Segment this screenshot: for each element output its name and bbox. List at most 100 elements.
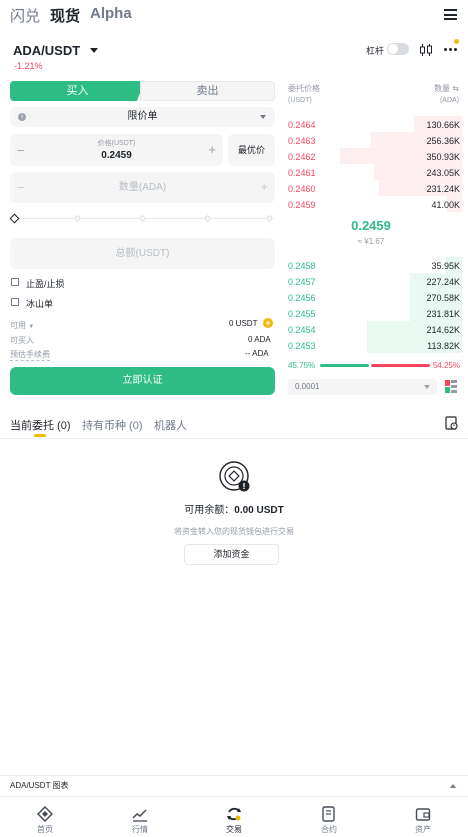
sell-tab[interactable]: 卖出 bbox=[140, 81, 275, 101]
bid-row[interactable]: 0.2458 35.95K bbox=[286, 257, 462, 273]
ask-price: 0.2461 bbox=[288, 168, 316, 178]
tab-alpha[interactable]: Alpha bbox=[90, 5, 132, 22]
pair-selector[interactable]: ADA/USDT bbox=[13, 42, 98, 58]
empty-hint: 将资金转入您的现货钱包进行交易 bbox=[174, 527, 294, 536]
ask-row[interactable]: 0.2459 41.00K bbox=[286, 196, 462, 212]
ask-quantity: 350.93K bbox=[426, 152, 460, 162]
best-price-button[interactable]: 最优价 bbox=[228, 134, 275, 166]
divider bbox=[0, 438, 468, 439]
bid-price: 0.2457 bbox=[288, 277, 316, 287]
fee-label[interactable]: 预估手续费 bbox=[10, 349, 50, 361]
can-buy-label: 可买入 bbox=[10, 336, 34, 345]
iceberg-checkbox[interactable] bbox=[11, 298, 19, 306]
tab-holdings[interactable]: 持有币种 (0) bbox=[82, 417, 143, 433]
bid-row[interactable]: 0.2453 113.82K bbox=[286, 337, 462, 353]
ask-row[interactable]: 0.2464 130.66K bbox=[286, 116, 462, 132]
ask-row[interactable]: 0.2460 231.24K bbox=[286, 180, 462, 196]
ask-row[interactable]: 0.2462 350.93K bbox=[286, 148, 462, 164]
tab-current-orders[interactable]: 当前委托 (0) bbox=[10, 417, 71, 433]
caret-down-icon bbox=[260, 115, 266, 119]
order-type-select[interactable]: i 限价单 bbox=[10, 107, 275, 127]
nav-home[interactable]: 首页 bbox=[15, 806, 75, 835]
markets-icon bbox=[132, 809, 147, 822]
leverage-toggle[interactable] bbox=[387, 43, 409, 55]
ask-price: 0.2463 bbox=[288, 136, 316, 146]
bid-price: 0.2453 bbox=[288, 341, 316, 351]
bid-row[interactable]: 0.2454 214.62K bbox=[286, 321, 462, 337]
chart-bar[interactable]: ADA/USDT 图表 bbox=[0, 776, 468, 796]
price-label: 价格(USDT) bbox=[97, 140, 136, 147]
quantity-input[interactable]: − 数量(ADA) + bbox=[10, 172, 275, 203]
bid-row[interactable]: 0.2457 227.24K bbox=[286, 273, 462, 289]
precision-value: 0.0001 bbox=[295, 382, 320, 391]
tab-spot[interactable]: 现货 bbox=[50, 5, 80, 26]
empty-balance: 可用余额：0.00 USDT bbox=[184, 505, 284, 516]
best-price-label: 最优价 bbox=[237, 145, 265, 155]
home-icon bbox=[37, 806, 53, 822]
ratio-bar-buy bbox=[320, 364, 370, 367]
nav-futures[interactable]: 合约 bbox=[299, 806, 359, 835]
bid-price: 0.2454 bbox=[288, 325, 316, 335]
ask-quantity: 243.05K bbox=[426, 168, 460, 178]
more-icon[interactable] bbox=[444, 39, 460, 56]
tab-bots[interactable]: 机器人 bbox=[154, 417, 187, 433]
add-funds-plus-icon[interactable]: + bbox=[263, 318, 273, 328]
buy-tab[interactable]: 买入 bbox=[10, 81, 145, 101]
sell-tab-label: 卖出 bbox=[196, 85, 219, 97]
ask-row[interactable]: 0.2461 243.05K bbox=[286, 164, 462, 180]
pair-name: ADA/USDT bbox=[13, 43, 81, 58]
ob-header-qty[interactable]: 数量 ⇆ bbox=[434, 83, 459, 94]
caret-up-icon bbox=[450, 784, 456, 788]
ask-price: 0.2459 bbox=[288, 200, 316, 210]
bid-quantity: 227.24K bbox=[426, 277, 460, 287]
last-price-fiat: ≈ ¥1.67 bbox=[357, 237, 385, 246]
sell-ratio: 54.25% bbox=[432, 361, 460, 370]
price-input[interactable]: − 价格(USDT) 0.2459 + bbox=[10, 134, 223, 166]
order-history-icon[interactable] bbox=[445, 416, 458, 430]
orderbook-layout-icon[interactable] bbox=[445, 380, 457, 393]
nav-home-label: 首页 bbox=[37, 825, 53, 834]
tab-underline bbox=[34, 434, 46, 437]
info-icon[interactable]: i bbox=[18, 113, 26, 121]
swap-icon: ⇆ bbox=[452, 84, 459, 93]
tab-flash[interactable]: 闪兑 bbox=[10, 5, 40, 26]
nav-assets[interactable]: 资产 bbox=[393, 806, 453, 835]
tp-sl-checkbox[interactable] bbox=[11, 278, 19, 286]
nav-trade[interactable]: 交易 bbox=[204, 806, 264, 835]
slider-handle[interactable] bbox=[9, 213, 20, 224]
verify-button[interactable]: 立即认证 bbox=[10, 367, 275, 395]
bid-row[interactable]: 0.2455 231.81K bbox=[286, 305, 462, 321]
nav-markets-label: 行情 bbox=[132, 825, 148, 834]
add-funds-button[interactable]: 添加资金 bbox=[184, 544, 279, 565]
available-value: 0 USDT bbox=[229, 319, 258, 328]
pair-change: -1.21% bbox=[14, 61, 43, 71]
trade-icon bbox=[227, 807, 241, 821]
total-input[interactable]: 总额(USDT) bbox=[10, 238, 275, 269]
empty-state-icon bbox=[218, 460, 250, 492]
nav-markets[interactable]: 行情 bbox=[110, 806, 170, 835]
quantity-increase-button[interactable]: + bbox=[260, 179, 268, 194]
fee-value: -- ADA bbox=[245, 349, 269, 358]
price-value: 0.2459 bbox=[101, 150, 132, 161]
ask-price: 0.2464 bbox=[288, 120, 316, 130]
candlestick-icon[interactable] bbox=[419, 43, 433, 56]
precision-select[interactable]: 0.0001 bbox=[288, 379, 437, 395]
bid-row[interactable]: 0.2456 270.58K bbox=[286, 289, 462, 305]
divider bbox=[0, 796, 468, 797]
iceberg-label[interactable]: 冰山单 bbox=[26, 297, 53, 310]
bid-price: 0.2455 bbox=[288, 309, 316, 319]
last-price: 0.2459 bbox=[351, 218, 391, 233]
price-increase-button[interactable]: + bbox=[208, 142, 216, 157]
quantity-decrease-button[interactable]: − bbox=[17, 180, 25, 195]
nav-assets-label: 资产 bbox=[415, 825, 431, 834]
ask-price: 0.2460 bbox=[288, 184, 316, 194]
buy-ratio: 45.75% bbox=[288, 361, 316, 370]
tp-sl-label[interactable]: 止盈/止损 bbox=[26, 277, 65, 290]
notification-dot-icon bbox=[454, 39, 459, 44]
amount-slider[interactable] bbox=[9, 213, 275, 225]
menu-icon[interactable] bbox=[444, 9, 457, 20]
ask-quantity: 256.36K bbox=[426, 136, 460, 146]
ask-row[interactable]: 0.2463 256.36K bbox=[286, 132, 462, 148]
available-label[interactable]: 可用 ▼ bbox=[10, 320, 34, 331]
total-placeholder: 总额(USDT) bbox=[115, 248, 170, 259]
